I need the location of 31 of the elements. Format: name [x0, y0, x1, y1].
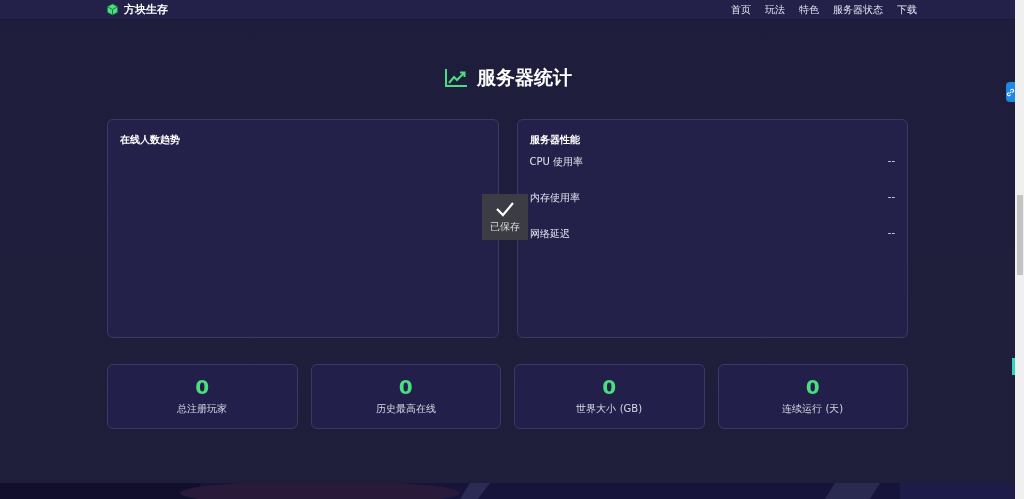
nav-link[interactable]: 玩法	[765, 2, 785, 17]
stat-label: 世界大小 (GB)	[576, 402, 643, 416]
checkmark-icon	[495, 200, 515, 217]
metric-value: --	[887, 191, 895, 204]
metric-label: CPU 使用率	[529, 155, 583, 169]
toast-text: 已保存	[490, 219, 520, 234]
nav-link[interactable]: 下载	[897, 2, 917, 17]
metric-label: 内存使用率	[529, 191, 580, 205]
metric-value: --	[887, 155, 895, 168]
scrollbar-thumb[interactable]	[1016, 195, 1023, 275]
nav-link[interactable]: 首页	[731, 2, 751, 17]
stat-label: 历史最高在线	[375, 402, 436, 416]
stat-value: 0	[195, 377, 210, 397]
metric-label: 网络延迟	[529, 227, 570, 241]
nav-link[interactable]: 特色	[799, 2, 819, 17]
card-title: 服务器性能	[529, 133, 581, 147]
side-marker	[1012, 358, 1015, 375]
chart-line-icon	[443, 68, 468, 88]
stat-label: 连续运行 (天)	[782, 402, 844, 416]
stat-value: 0	[398, 377, 413, 397]
link-button[interactable]	[1006, 82, 1015, 102]
cube-icon	[106, 3, 119, 16]
stat-value: 0	[805, 377, 820, 397]
stat-label: 总注册玩家	[177, 402, 228, 416]
stat-value: 0	[602, 377, 617, 397]
card-title: 在线人数趋势	[120, 133, 181, 147]
metric-value: --	[887, 227, 895, 240]
nav-link[interactable]: 服务器状态	[833, 2, 883, 17]
link-icon	[1006, 87, 1015, 97]
section-title: 服务器统计	[476, 65, 572, 90]
brand-name[interactable]: 方块生存	[124, 2, 168, 17]
